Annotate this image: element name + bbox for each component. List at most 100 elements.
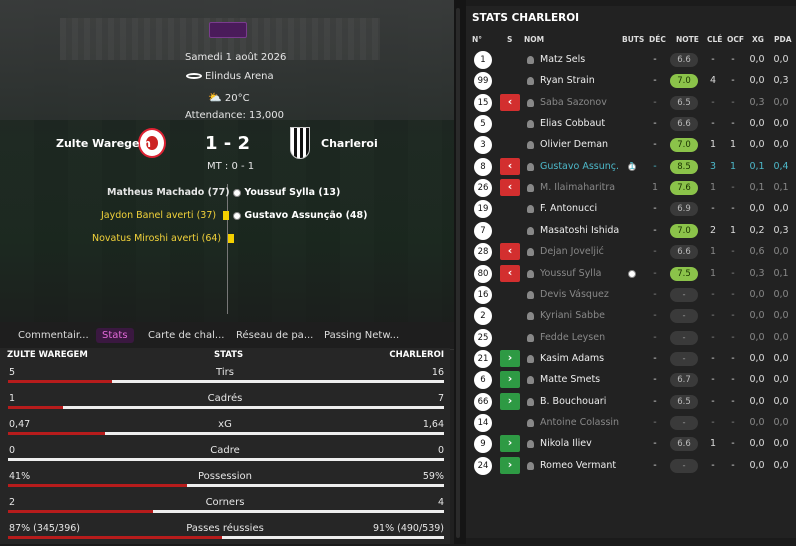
col-chances[interactable]: OCF xyxy=(727,35,744,44)
stat-home-fill xyxy=(8,484,187,487)
player-name[interactable]: Kasim Adams xyxy=(540,353,620,364)
subbed-on-icon: › xyxy=(500,456,520,474)
stat-buts: 1 xyxy=(628,160,636,172)
stat-cle: 2 xyxy=(709,224,717,236)
stat-ocf: - xyxy=(731,459,735,471)
col-pda[interactable]: PDA xyxy=(774,35,792,44)
stat-xg: 0,0 xyxy=(749,203,765,215)
player-row[interactable]: 2 Kyriani Sabbe - - - 0,0 0,0 - xyxy=(466,306,796,327)
stat-ocf: - xyxy=(731,246,735,258)
stat-dec: - xyxy=(653,203,657,215)
player-row[interactable]: 21 › Kasim Adams - - - 0,0 0,0 - xyxy=(466,349,796,370)
player-name[interactable]: M. Ilaimaharitra xyxy=(540,182,620,193)
stat-ocf: - xyxy=(731,438,735,450)
stat-dec: - xyxy=(653,75,657,87)
stat-xg: 0,0 xyxy=(749,395,765,407)
player-name[interactable]: B. Bouchouari xyxy=(540,396,620,407)
player-name[interactable]: Ryan Strain xyxy=(540,75,620,86)
player-row[interactable]: 66 › B. Bouchouari - - - 0,0 0,0 6.5 xyxy=(466,392,796,413)
stat-cle: - xyxy=(711,352,715,364)
stat-pda: 0,0 xyxy=(773,438,789,450)
player-name[interactable]: F. Antonucci xyxy=(540,203,620,214)
tab-heatmap[interactable]: Carte de chal... xyxy=(142,328,230,343)
stat-xg: 0,6 xyxy=(749,246,765,258)
col-key-passes[interactable]: CLÉ xyxy=(707,35,722,44)
player-name[interactable]: Youssuf Sylla xyxy=(540,268,620,279)
player-icon xyxy=(527,77,534,86)
col-number[interactable]: N° xyxy=(472,35,482,44)
player-row[interactable]: 1 Matz Sels - - - 0,0 0,0 6.6 xyxy=(466,50,796,71)
stat-home-fill xyxy=(8,380,112,383)
player-name[interactable]: Elias Cobbaut xyxy=(540,118,620,129)
player-name[interactable]: Romeo Vermant xyxy=(540,460,620,471)
tab-passing-network[interactable]: Passing Netw... xyxy=(318,328,405,343)
tab-pass-network[interactable]: Réseau de pa... xyxy=(230,328,319,343)
stat-away-value: 1,64 xyxy=(422,419,444,430)
tab-commentary[interactable]: Commentair... xyxy=(12,328,95,343)
stat-ocf: - xyxy=(731,267,735,279)
scrollbar-track[interactable] xyxy=(456,8,460,538)
player-name[interactable]: Antoine Colassin xyxy=(540,417,620,428)
player-icon xyxy=(527,376,534,385)
player-name[interactable]: Masatoshi Ishida xyxy=(540,225,620,236)
home-team-name[interactable]: Zulte Waregem xyxy=(56,137,151,150)
player-name[interactable]: Matte Smets xyxy=(540,374,620,385)
col-sub[interactable]: S xyxy=(507,35,512,44)
player-row[interactable]: 99 Ryan Strain - 4 - 0,0 0,3 7.0 xyxy=(466,71,796,92)
stat-xg: 0,1 xyxy=(749,160,765,172)
stat-pda: 0,0 xyxy=(773,331,789,343)
player-row[interactable]: 15 ‹ Saba Sazonov - - - 0,3 0,0 6.5 xyxy=(466,93,796,114)
col-rating[interactable]: NOTE xyxy=(676,35,699,44)
stat-away-value: 91% (490/539) xyxy=(372,523,444,534)
player-row[interactable]: 16 Devis Vásquez - - - 0,0 0,0 - xyxy=(466,285,796,306)
player-row[interactable]: 9 › Nikola Iliev - 1 - 0,0 0,0 6.6 xyxy=(466,434,796,455)
rating-badge: 6.6 xyxy=(670,437,698,452)
player-name[interactable]: Saba Sazonov xyxy=(540,97,620,108)
player-name[interactable]: Devis Vásquez xyxy=(540,289,620,300)
away-team-badge[interactable] xyxy=(290,127,310,159)
player-row[interactable]: 7 Masatoshi Ishida - 2 1 0,2 0,3 7.0 xyxy=(466,221,796,242)
col-xg[interactable]: XG xyxy=(752,35,764,44)
stat-xg: 0,0 xyxy=(749,331,765,343)
rating-badge: 7.0 xyxy=(670,74,698,89)
rating-badge: - xyxy=(670,287,698,302)
stat-xg: 0,0 xyxy=(749,352,765,364)
player-name[interactable]: Nikola Iliev xyxy=(540,438,620,449)
player-row[interactable]: 14 Antoine Colassin - - - 0,0 0,0 - xyxy=(466,413,796,434)
player-row[interactable]: 26 ‹ M. Ilaimaharitra 1 1 - 0,1 0,1 7.6 xyxy=(466,178,796,199)
stat-away-value: 16 xyxy=(431,367,444,378)
player-name[interactable]: Dejan Joveljić xyxy=(540,246,620,257)
player-row[interactable]: 28 ‹ Dejan Joveljić - 1 - 0,6 0,0 6.6 xyxy=(466,242,796,263)
player-row[interactable]: 6 › Matte Smets - - - 0,0 0,0 6.7 xyxy=(466,370,796,391)
col-decisive[interactable]: DÉC xyxy=(649,35,666,44)
player-icon xyxy=(527,120,534,129)
player-name[interactable]: Gustavo Assunç... xyxy=(540,161,620,172)
stat-ocf: - xyxy=(731,395,735,407)
player-row[interactable]: 3 Olivier Deman - 1 1 0,0 0,0 7.0 xyxy=(466,135,796,156)
player-row[interactable]: 8 ‹ Gustavo Assunç... 1-3 1 0,1 0,4 8.5 xyxy=(466,157,796,178)
player-row[interactable]: 5 Elias Cobbaut - - - 0,0 0,0 6.6 xyxy=(466,114,796,135)
player-row[interactable]: 24 › Romeo Vermant - - - 0,0 0,0 - xyxy=(466,456,796,477)
player-name[interactable]: Olivier Deman xyxy=(540,139,620,150)
player-row[interactable]: 19 F. Antonucci - - - 0,0 0,0 6.9 xyxy=(466,199,796,220)
stat-cle: 1 xyxy=(709,267,717,279)
away-team-name[interactable]: Charleroi xyxy=(321,137,378,150)
stat-cle: - xyxy=(711,118,715,130)
panel-scrollbar[interactable] xyxy=(454,0,466,544)
player-name[interactable]: Fedde Leysen xyxy=(540,332,620,343)
tab-stats[interactable]: Stats xyxy=(96,328,134,343)
stat-pda: 0,4 xyxy=(773,160,789,172)
rating-badge: 6.5 xyxy=(670,394,698,409)
player-name[interactable]: Matz Sels xyxy=(540,54,620,65)
venue-line: Elindus Arena xyxy=(186,71,274,82)
player-row[interactable]: 80 ‹ Youssuf Sylla - 1 - 0,3 0,1 7.5 xyxy=(466,264,796,285)
shirt-number: 7 xyxy=(474,221,492,240)
stat-cle: 1 xyxy=(709,438,717,450)
player-row[interactable]: 25 Fedde Leysen - - - 0,0 0,0 - xyxy=(466,328,796,349)
col-goals[interactable]: BUTS xyxy=(622,35,644,44)
stat-cle: - xyxy=(711,395,715,407)
stat-xg: 0,2 xyxy=(749,224,765,236)
col-name[interactable]: NOM xyxy=(524,35,544,44)
shirt-number: 66 xyxy=(474,392,492,411)
player-name[interactable]: Kyriani Sabbe xyxy=(540,310,620,321)
